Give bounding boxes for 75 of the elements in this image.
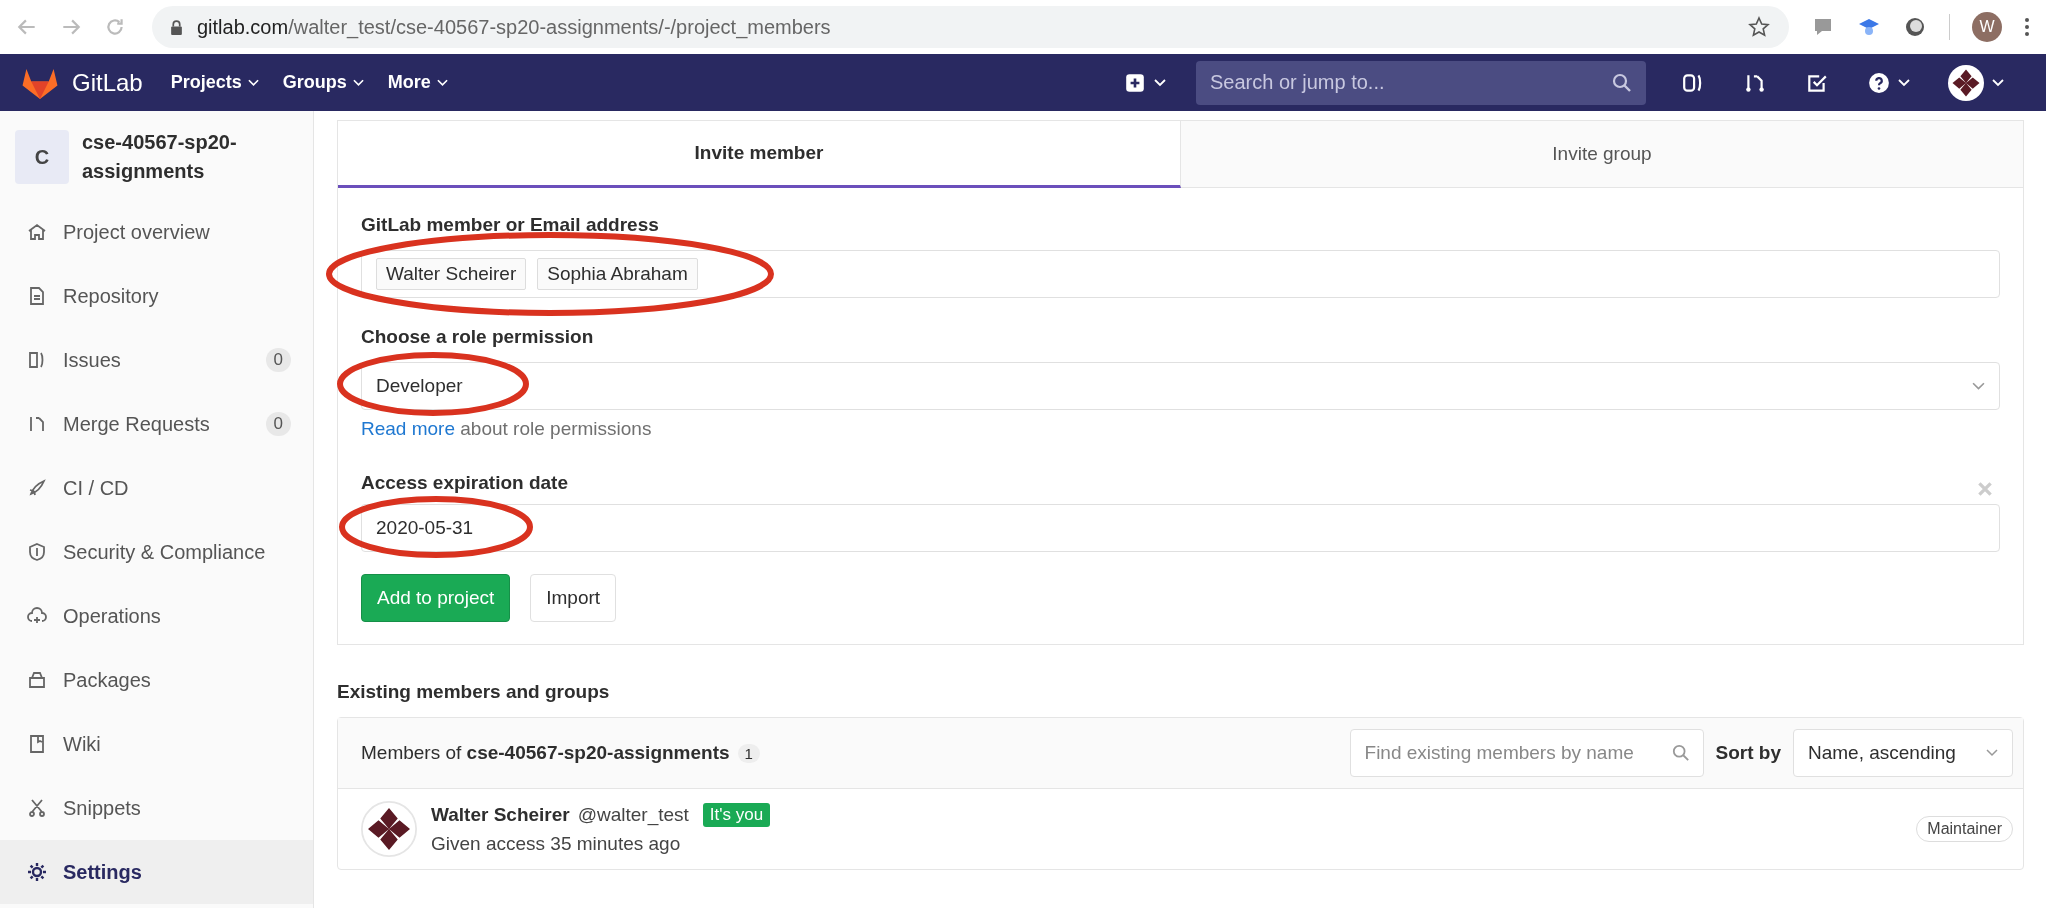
date-input-field[interactable]: 2020-05-31 [361,504,2000,552]
star-icon[interactable] [1747,15,1771,39]
sidebar-item[interactable]: Issues 0 [0,328,313,392]
chevron-icon[interactable] [1154,78,1166,87]
sidebar-item[interactable]: Settings [0,840,313,904]
chevron-icon[interactable] [1992,78,2004,87]
identicon-avatar[interactable] [361,801,417,857]
sidebar-item[interactable]: Snippets [0,776,313,840]
member-token[interactable]: Sophia Abraham [537,258,698,290]
search-icon [1612,72,1632,93]
help-text: Read more about role permissions [361,418,653,440]
sidebar-item[interactable]: Wiki [0,712,313,776]
shield-icon [27,542,47,562]
tab[interactable]: Invite group [1181,121,2023,188]
home-icon [27,222,47,242]
settings-icon [27,862,47,882]
search-icon [1671,744,1690,762]
document-icon [27,286,47,306]
member-input-field[interactable]: Walter Scheirer Sophia Abraham [361,250,2000,298]
project-name[interactable]: cse-40567-sp20-assignments [82,128,282,186]
field-label: GitLab member or Email address [361,214,659,236]
field-label: Access expiration date [361,472,568,494]
address-bar[interactable]: gitlab.com/walter_test/cse-40567-sp20-assignments/-/project_members [152,6,1789,48]
read-more-link[interactable]: Read more [361,418,455,439]
book-icon [27,734,47,754]
sidebar-item[interactable]: CI / CD [0,456,313,520]
sort-select[interactable]: Name, ascending [1793,729,2013,777]
sidebar-item[interactable]: Repository [0,264,313,328]
kebab-menu-icon[interactable] [2024,17,2030,37]
status-badge: It's you [702,803,771,827]
member-token[interactable]: Walter Scheirer [376,258,527,290]
project-avatar[interactable]: C [15,130,69,184]
chevron-down-icon [1986,749,1998,757]
role-select[interactable]: Developer [361,362,2000,410]
logo-text[interactable]: GitLab [72,68,143,97]
nav-menu[interactable]: Groups [282,72,364,93]
section-title: Existing members and groups [337,681,611,703]
members-heading: Members of cse-40567-sp20-assignments [361,742,730,764]
field-label: Choose a role permission [361,326,594,348]
lock-icon [170,19,183,35]
chevron-down-icon [1972,381,1985,391]
fox-logo-icon[interactable] [22,66,58,99]
scissors-icon [27,798,47,818]
import-button[interactable]: Import [530,574,617,622]
chevron-icon[interactable] [1898,78,1910,87]
sidebar-item[interactable]: Security & Compliance [0,520,313,584]
count-badge: 0 [265,412,291,436]
chevron-icon [436,78,448,87]
member-search-field[interactable]: Find existing members by name [1349,729,1704,777]
member-name[interactable]: Walter Scheirer [431,804,570,826]
count-badge: 0 [265,348,291,372]
sidebar-item[interactable]: Merge Requests 0 [0,392,313,456]
nav-menu[interactable]: Projects [170,72,259,93]
circle-icon[interactable] [1903,15,1927,39]
chevron-icon [247,78,259,87]
access-info: Given access 35 minutes ago [431,833,682,855]
sort-label: Sort by [1715,742,1781,764]
identicon-avatar[interactable] [1948,64,1984,101]
rocket-icon [27,478,47,498]
help-icon[interactable] [1868,71,1890,94]
member-username: @walter_test [577,804,689,826]
chevron-icon [352,78,364,87]
merge-request-icon [27,414,47,434]
sidebar-item[interactable]: Packages [0,648,313,712]
tab[interactable]: Invite member [338,121,1181,188]
cloud-icon [27,606,47,626]
nav-menu[interactable]: More [387,72,448,93]
issues-icon[interactable] [1682,71,1704,94]
search-field[interactable]: Search or jump to... [1196,60,1646,105]
plus-square-icon[interactable] [1124,71,1146,94]
package-icon [27,670,47,690]
sidebar-item[interactable]: Project overview [0,200,313,264]
sidebar-item[interactable]: Operations [0,584,313,648]
profile-avatar[interactable]: W [1972,12,2002,42]
count-badge: 1 [737,743,760,763]
